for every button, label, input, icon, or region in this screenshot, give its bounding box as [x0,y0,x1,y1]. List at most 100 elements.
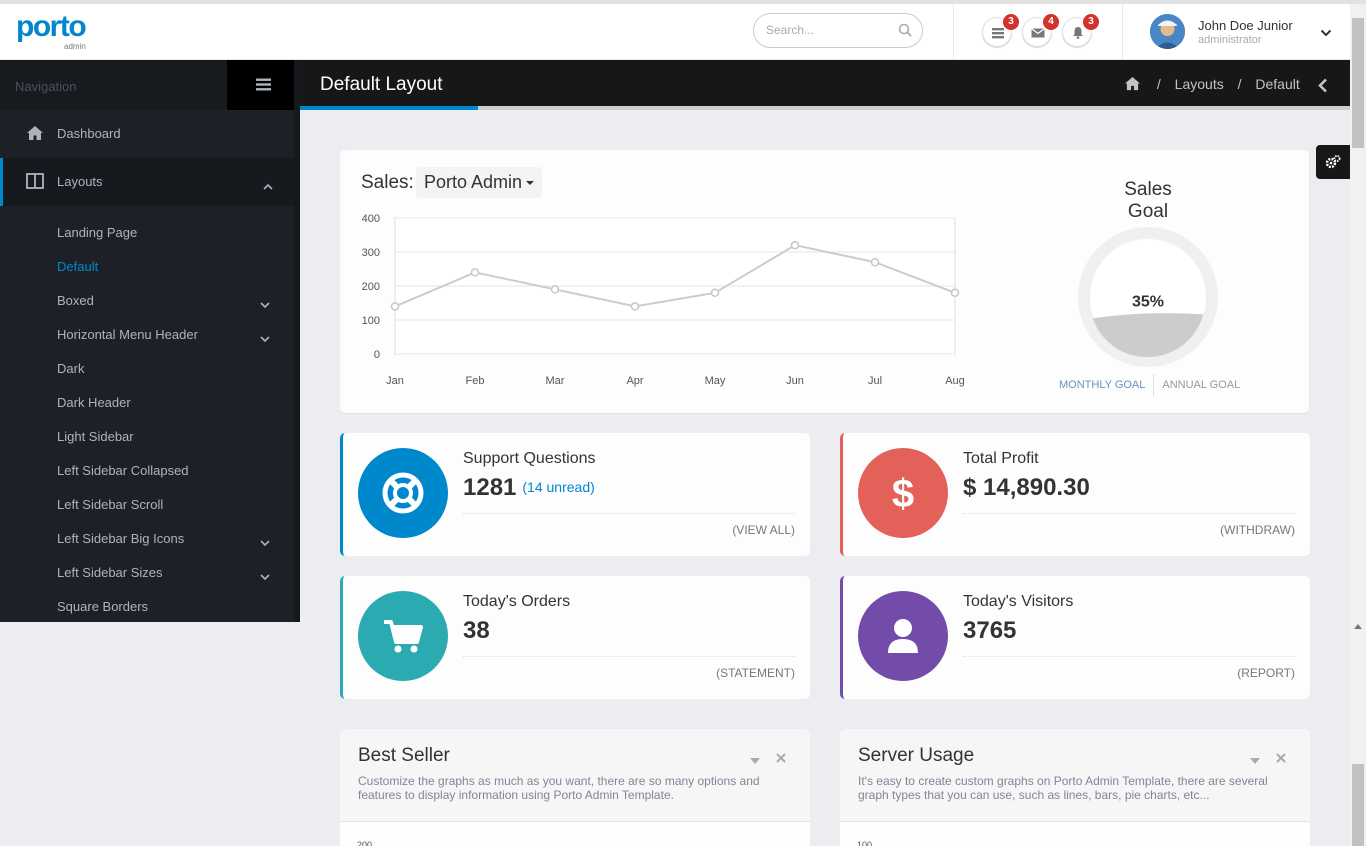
tab-annual-goal[interactable]: ANNUAL GOAL [1162,379,1240,391]
widget-value: 38 [463,617,490,644]
chart-data-point [950,288,960,298]
sidebar-item-layouts[interactable]: Layouts [0,158,294,206]
x-tick-label: Mar [546,375,565,387]
chart-data-point [790,240,800,250]
user-name[interactable]: John Doe Junior [1198,18,1293,33]
sales-line-chart: 0 100 200 300 400 Jan Feb Mar Apr May Jun Jul Aug [362,213,965,387]
sidebar-subitem[interactable]: Square Borders [57,599,294,614]
sales-dropdown[interactable]: Porto Admin [416,167,543,198]
tasks-icon [991,26,1005,44]
sidebar-subitem[interactable]: Default [57,259,294,274]
scrollbar-thumb[interactable] [1352,18,1364,148]
breadcrumb: / Layouts / Default [1124,76,1310,94]
sidebar-subitem-label: Default [57,259,99,274]
divider [963,656,1295,657]
caret-down-icon [526,181,535,185]
unread-link[interactable]: (14 unread) [522,479,594,495]
sidebar-subitem[interactable]: Dark Header [57,395,294,410]
sidebar-subitem-label: Left Sidebar Big Icons [57,531,185,546]
breadcrumb-separator: / [1237,76,1242,92]
goal-tabs: MONTHLY GOAL ANNUAL GOAL [1059,374,1240,396]
sidebar-header: Navigation [0,60,300,110]
report-link[interactable]: (REPORT) [1237,666,1295,680]
x-tick-label: Aug [945,375,965,387]
sidebar-subitem-label: Left Sidebar Scroll [57,497,164,512]
divider [963,513,1295,514]
widget-title: Today's Visitors [963,593,1074,610]
envelope-icon [1031,26,1045,44]
sidebar-subitem[interactable]: Left Sidebar Sizes [57,565,294,581]
dollar-icon: $ [880,470,926,521]
sidebar-subitem[interactable]: Light Sidebar [57,429,294,444]
widget-total-profit: $ Total Profit $ 14,890.30 (WITHDRAW) [840,433,1310,556]
sidebar-subitem[interactable]: Boxed [57,293,294,309]
statement-link[interactable]: (STATEMENT) [716,666,795,680]
sidebar-subitem[interactable]: Left Sidebar Scroll [57,497,294,512]
widget-value: 3765 [963,617,1017,644]
home-icon[interactable] [1124,76,1141,94]
panel-best-seller: Best Seller Customize the graphs as much… [340,729,810,846]
widget-title: Today's Orders [463,593,571,610]
top-header: porto admin 3 4 3 John Doe Junior admini… [0,4,1350,60]
messages-button[interactable]: 4 [1022,14,1059,47]
chart-data-point [870,257,880,267]
caret-down-icon[interactable] [750,751,760,769]
widget-value: $ 14,890.30 [963,474,1090,501]
chevron-left-icon[interactable] [1318,78,1328,98]
page-header: Default Layout / Layouts / Default [300,60,1350,110]
view-all-link[interactable]: (VIEW ALL) [732,523,795,537]
logo[interactable]: porto admin [16,12,87,52]
search-icon[interactable] [898,23,912,42]
breadcrumb-layouts[interactable]: Layouts [1175,76,1224,92]
search-input[interactable] [766,23,886,37]
sidebar-item-dashboard[interactable]: Dashboard [0,110,294,158]
caret-down-icon[interactable] [1250,751,1260,769]
tasks-button[interactable]: 3 [982,14,1019,47]
widget-todays-orders: Today's Orders 38 (STATEMENT) [340,576,810,699]
close-icon[interactable] [1276,750,1286,768]
x-tick-label: Jan [386,375,404,387]
sales-label: Sales: [361,172,414,193]
panel-description: Customize the graphs as much as you want… [358,774,760,802]
gears-icon [1325,154,1341,175]
alerts-button[interactable]: 3 [1062,14,1099,47]
chevron-up-icon [263,177,273,195]
close-icon[interactable] [776,750,786,768]
page-scrollbar[interactable] [1350,4,1366,846]
scrollbar-thumb-lower[interactable] [1352,764,1364,846]
sidebar-subitem[interactable]: Horizontal Menu Header [57,327,294,343]
panel-title: Best Seller [358,745,450,766]
sidebar-subitem[interactable]: Left Sidebar Collapsed [57,463,294,478]
sidebar-subitem[interactable]: Dark [57,361,294,376]
scroll-up-arrow[interactable] [1354,624,1362,629]
avatar[interactable] [1150,14,1185,49]
sidebar-edge [294,60,300,622]
y-tick-label: 100 [362,315,380,327]
x-tick-label: Jun [786,375,804,387]
home-icon [26,125,44,146]
columns-icon [26,173,44,194]
y-tick-label: 400 [362,213,380,225]
axis-tick-label: 200 [357,840,373,846]
life-ring-icon [380,470,426,521]
sidebar-subitem[interactable]: Left Sidebar Big Icons [57,531,294,547]
chevron-down-icon[interactable] [1320,24,1332,42]
withdraw-link[interactable]: (WITHDRAW) [1220,523,1295,537]
breadcrumb-separator: / [1156,76,1161,92]
widget-icon-circle [358,591,448,681]
bell-icon [1071,26,1085,44]
y-tick-label: 300 [362,247,380,259]
sales-goal-title: Sales Goal [1124,179,1172,222]
sidebar-toggle-button[interactable] [227,60,300,110]
sidebar-subitem[interactable]: Landing Page [57,225,294,240]
style-switcher-button[interactable] [1316,145,1350,179]
logo-sub: admin [64,42,86,51]
divider [1122,4,1123,60]
divider [463,656,795,657]
chevron-down-icon [260,331,270,346]
tab-monthly-goal[interactable]: MONTHLY GOAL [1059,379,1145,391]
panel-title: Server Usage [858,745,975,766]
widget-support-questions: Support Questions 1281 (14 unread) (VIEW … [340,433,810,556]
panel-body: 200 [340,821,810,846]
chart-data-point [470,268,480,277]
